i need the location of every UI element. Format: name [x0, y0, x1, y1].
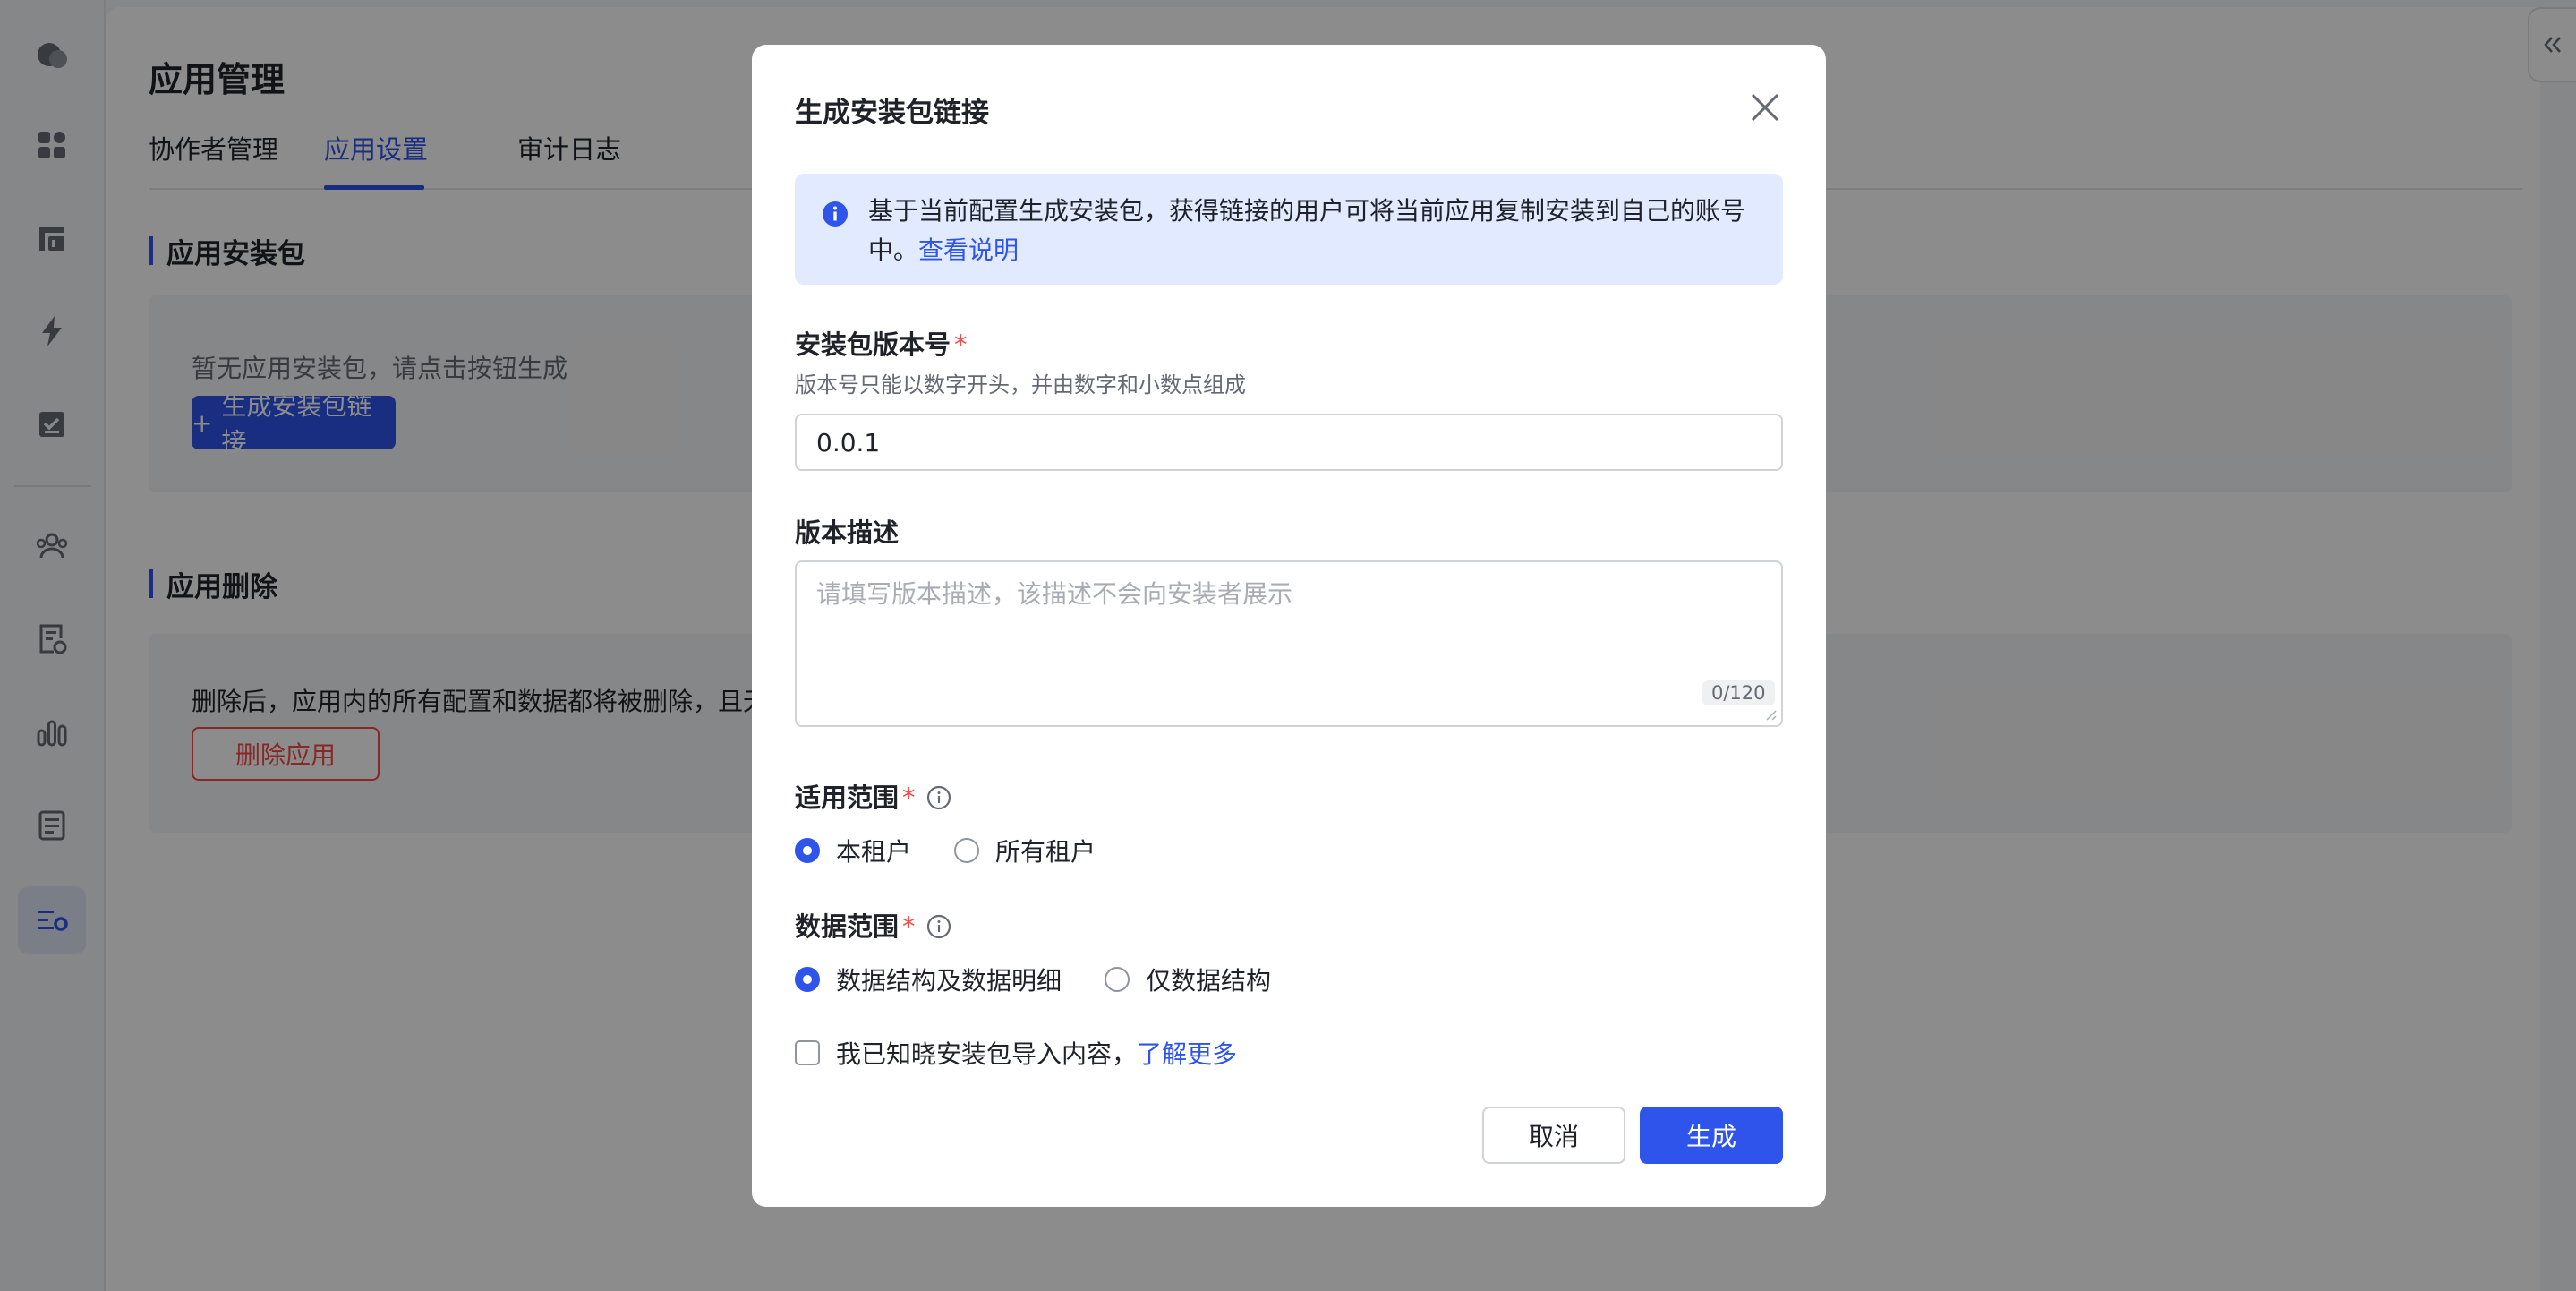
- cancel-button[interactable]: 取消: [1482, 1107, 1625, 1164]
- version-label: 安装包版本号 *: [795, 324, 968, 362]
- view-docs-link[interactable]: 查看说明: [918, 235, 1019, 265]
- learn-more-link[interactable]: 了解更多: [1137, 1035, 1237, 1071]
- acknowledge-row: 我已知晓安装包导入内容， 了解更多: [795, 1035, 1237, 1071]
- radio-label: 所有租户: [995, 837, 1096, 867]
- radio-unchecked-icon: [954, 838, 980, 863]
- info-tooltip-icon[interactable]: [926, 914, 951, 939]
- scope-label: 适用范围 *: [795, 777, 951, 815]
- generate-package-dialog: 生成安装包链接 基于当前配置生成安装包，获得链接的用户可将当前应用复制安装到自己…: [752, 45, 1826, 1207]
- scope-label-text: 适用范围: [795, 782, 900, 813]
- close-button[interactable]: [1745, 88, 1785, 127]
- required-mark: *: [902, 782, 916, 813]
- required-mark: *: [902, 911, 916, 942]
- radio-label: 仅数据结构: [1146, 966, 1272, 996]
- dialog-title: 生成安装包链接: [795, 97, 989, 129]
- generate-button[interactable]: 生成: [1640, 1107, 1783, 1164]
- info-banner: 基于当前配置生成安装包，获得链接的用户可将当前应用复制安装到自己的账号中。查看说…: [795, 174, 1783, 285]
- radio-label: 本租户: [836, 837, 912, 867]
- radio-this-tenant[interactable]: 本租户: [795, 833, 911, 868]
- radio-label: 数据结构及数据明细: [836, 966, 1062, 996]
- radio-all-tenants[interactable]: 所有租户: [954, 833, 1096, 868]
- data-scope-radio-group: 数据结构及数据明细 仅数据结构: [795, 962, 1314, 997]
- radio-checked-icon: [795, 838, 820, 863]
- version-label-text: 安装包版本号: [795, 329, 951, 360]
- version-hint: 版本号只能以数字开头，并由数字和小数点组成: [795, 372, 1246, 398]
- char-counter: 0/120: [1702, 680, 1775, 705]
- close-icon: [1751, 93, 1779, 122]
- scope-radio-group: 本租户 所有租户: [795, 833, 1139, 868]
- radio-structure-only[interactable]: 仅数据结构: [1105, 962, 1271, 997]
- acknowledge-checkbox[interactable]: [795, 1040, 820, 1065]
- data-scope-label: 数据范围 *: [795, 906, 951, 944]
- data-scope-label-text: 数据范围: [795, 911, 900, 942]
- info-icon: [823, 201, 848, 227]
- description-textarea[interactable]: [795, 560, 1783, 727]
- resize-handle-icon[interactable]: [1763, 707, 1778, 722]
- radio-checked-icon: [795, 967, 820, 992]
- required-mark: *: [954, 329, 968, 360]
- description-label: 版本描述: [795, 517, 900, 548]
- acknowledge-text: 我已知晓安装包导入内容，: [836, 1039, 1138, 1069]
- radio-unchecked-icon: [1105, 967, 1130, 992]
- radio-structure-and-data[interactable]: 数据结构及数据明细: [795, 962, 1062, 997]
- info-tooltip-icon[interactable]: [926, 785, 951, 810]
- version-input[interactable]: [795, 414, 1783, 471]
